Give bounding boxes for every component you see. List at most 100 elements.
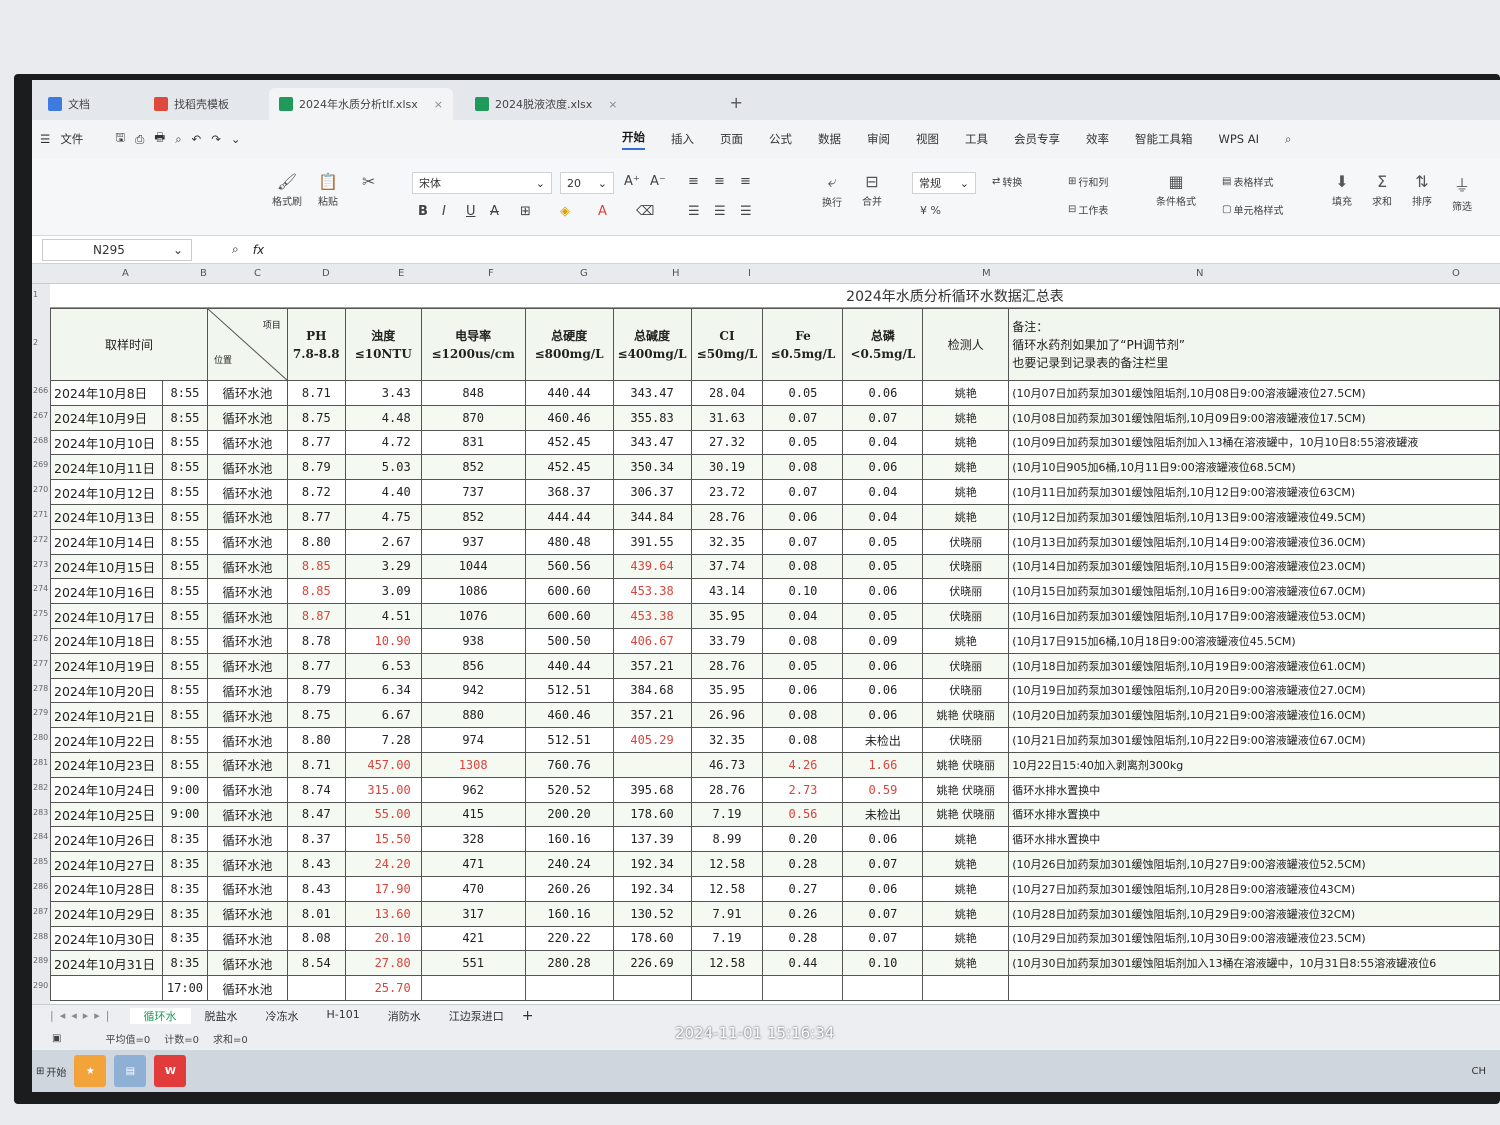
cell-hard[interactable]: 500.50 [524, 627, 614, 654]
row-header[interactable]: 2 [33, 338, 38, 347]
cell-p[interactable]: 0.07 [842, 404, 924, 431]
cell-hard[interactable]: 520.52 [524, 776, 614, 803]
cell-fe[interactable]: 0.08 [762, 454, 844, 481]
cell-note[interactable]: (10月07日加药泵加301缓蚀阻垢剂,10月08日9:00溶液罐液位27.5C… [1008, 380, 1500, 406]
cell-time[interactable]: 8:55 [161, 404, 208, 431]
cell-cond[interactable]: 974 [420, 727, 526, 753]
cell-fe[interactable]: 0.26 [762, 900, 844, 927]
italic-icon[interactable]: I [442, 204, 446, 219]
cell-turb[interactable]: 13.60 [344, 900, 422, 927]
cell-alk[interactable] [612, 751, 692, 778]
cell-turb[interactable]: 10.90 [344, 627, 422, 654]
cell-date[interactable]: 2024年10月20日 [50, 677, 163, 704]
cell-hard[interactable]: 452.45 [524, 454, 614, 481]
cell-hard[interactable]: 368.37 [524, 479, 614, 505]
cell-tester[interactable]: 姚艳 伏晓丽 [922, 702, 1010, 729]
cell-note[interactable]: (10月08日加药泵加301缓蚀阻垢剂,10月09日9:00溶液罐液位17.5C… [1008, 404, 1500, 431]
border-icon[interactable]: ⊞ [520, 204, 531, 219]
cell-site[interactable]: 循环水池 [206, 900, 288, 927]
cell-time[interactable]: 8:35 [161, 826, 208, 853]
cell-alk[interactable]: 384.68 [612, 677, 692, 704]
cell-turb[interactable]: 3.09 [344, 578, 422, 605]
cell-time[interactable]: 8:35 [161, 875, 208, 902]
cell-time[interactable]: 8:55 [161, 454, 208, 481]
cell-p[interactable]: 0.04 [842, 479, 924, 505]
cell-turb[interactable]: 3.29 [344, 553, 422, 580]
cell-cl[interactable]: 8.99 [690, 826, 764, 853]
cell-turb[interactable]: 20.10 [344, 925, 422, 952]
cell-turb[interactable]: 55.00 [344, 801, 422, 828]
cell-fe[interactable]: 0.08 [762, 702, 844, 729]
cell-turb[interactable]: 2.67 [344, 528, 422, 555]
font-name-select[interactable]: 宋体 ⌄ [412, 172, 552, 194]
cell-cl[interactable]: 7.19 [690, 925, 764, 952]
cell-fe[interactable]: 0.27 [762, 875, 844, 902]
cell-alk[interactable]: 192.34 [612, 875, 692, 902]
cell-note[interactable]: 10月22日15:40加入剥离剂300kg [1008, 751, 1500, 778]
cell-fe[interactable]: 0.04 [762, 603, 844, 629]
cell-cond[interactable]: 328 [420, 826, 526, 853]
cell-date[interactable]: 2024年10月18日 [50, 627, 163, 654]
cell-alk[interactable]: 357.21 [612, 652, 692, 679]
cell-time[interactable]: 8:55 [161, 702, 208, 729]
cell-site[interactable]: 循环水池 [206, 429, 288, 456]
cell-hard[interactable]: 280.28 [524, 950, 614, 977]
cell-tester[interactable]: 姚艳 [922, 429, 1010, 456]
cell-turb[interactable]: 27.80 [344, 950, 422, 977]
align-center-icon[interactable]: ☰ [714, 204, 726, 219]
cell-cl[interactable]: 28.04 [690, 380, 764, 406]
row-header[interactable]: 284 [33, 832, 48, 841]
row-header[interactable]: 1 [33, 290, 38, 299]
wps-app-icon[interactable]: W [154, 1055, 187, 1087]
cell-time[interactable]: 8:55 [161, 727, 208, 753]
cell-alk[interactable]: 178.60 [612, 925, 692, 952]
cell-note[interactable]: (10月20日加药泵加301缓蚀阻垢剂,10月21日9:00溶液罐液位16.0C… [1008, 702, 1500, 729]
filter-button[interactable]: ⏚ 筛选 [1452, 172, 1472, 213]
row-header[interactable]: 282 [33, 783, 48, 792]
cell-hard[interactable]: 600.60 [524, 603, 614, 629]
cell-alk[interactable]: 453.38 [612, 578, 692, 605]
cell-date[interactable]: 2024年10月8日 [50, 380, 163, 406]
cell-turb[interactable]: 4.75 [344, 503, 422, 530]
file-tab[interactable]: 2024年水质分析tlf.xlsx × [269, 88, 453, 120]
cell-p[interactable]: 0.04 [842, 503, 924, 530]
cell-time[interactable]: 8:55 [161, 553, 208, 580]
cell-cond[interactable]: 421 [420, 925, 526, 952]
cell-turb[interactable]: 4.48 [344, 404, 422, 431]
cell-date[interactable]: 2024年10月24日 [50, 776, 163, 803]
favorites-app-icon[interactable]: ★ [74, 1055, 107, 1087]
cell-site[interactable]: 循环水池 [206, 528, 288, 555]
cell-hard[interactable]: 512.51 [524, 727, 614, 753]
cell-alk[interactable] [612, 975, 692, 1001]
cell-time[interactable]: 8:55 [161, 627, 208, 654]
cell-alk[interactable]: 137.39 [612, 826, 692, 853]
cell-note[interactable]: (10月10日905加6桶,10月11日9:00溶液罐液位68.5CM) [1008, 454, 1500, 481]
align-left-icon[interactable]: ☰ [688, 204, 700, 219]
cell-time[interactable]: 8:55 [161, 751, 208, 778]
cell-date[interactable]: 2024年10月13日 [50, 503, 163, 530]
cell-date[interactable]: 2024年10月22日 [50, 727, 163, 753]
cell-cl[interactable]: 35.95 [690, 677, 764, 704]
cell-fe[interactable]: 0.08 [762, 553, 844, 580]
cell-date[interactable]: 2024年10月31日 [50, 950, 163, 977]
cell-hard[interactable]: 200.20 [524, 801, 614, 828]
cell-note[interactable]: (10月26日加药泵加301缓蚀阻垢剂,10月27日9:00溶液罐液位52.5C… [1008, 851, 1500, 877]
sheet-tab[interactable]: 消防水 [374, 1008, 435, 1024]
conditional-format-button[interactable]: ▦ 条件格式 [1156, 172, 1196, 208]
cell-turb[interactable]: 457.00 [344, 751, 422, 778]
cell-time[interactable]: 8:35 [161, 851, 208, 877]
cell-fe[interactable]: 0.06 [762, 503, 844, 530]
row-header[interactable]: 290 [33, 981, 48, 990]
cell-site[interactable]: 循环水池 [206, 380, 288, 406]
cell-style-button[interactable]: ▢ 单元格样式 [1222, 202, 1283, 217]
cell-site[interactable]: 循环水池 [206, 479, 288, 505]
cell-site[interactable]: 循环水池 [206, 751, 288, 778]
cell-tester[interactable]: 姚艳 [922, 950, 1010, 977]
cell-alk[interactable]: 355.83 [612, 404, 692, 431]
search-icon[interactable]: ⌕ [1285, 132, 1291, 147]
cell-site[interactable]: 循环水池 [206, 454, 288, 481]
cell-note[interactable]: (10月16日加药泵加301缓蚀阻垢剂,10月17日9:00溶液罐液位53.0C… [1008, 603, 1500, 629]
ribbon-tab[interactable]: 插入 [671, 131, 694, 147]
cell-ph[interactable]: 8.80 [286, 727, 346, 753]
strikethrough-icon[interactable]: A [490, 204, 499, 219]
